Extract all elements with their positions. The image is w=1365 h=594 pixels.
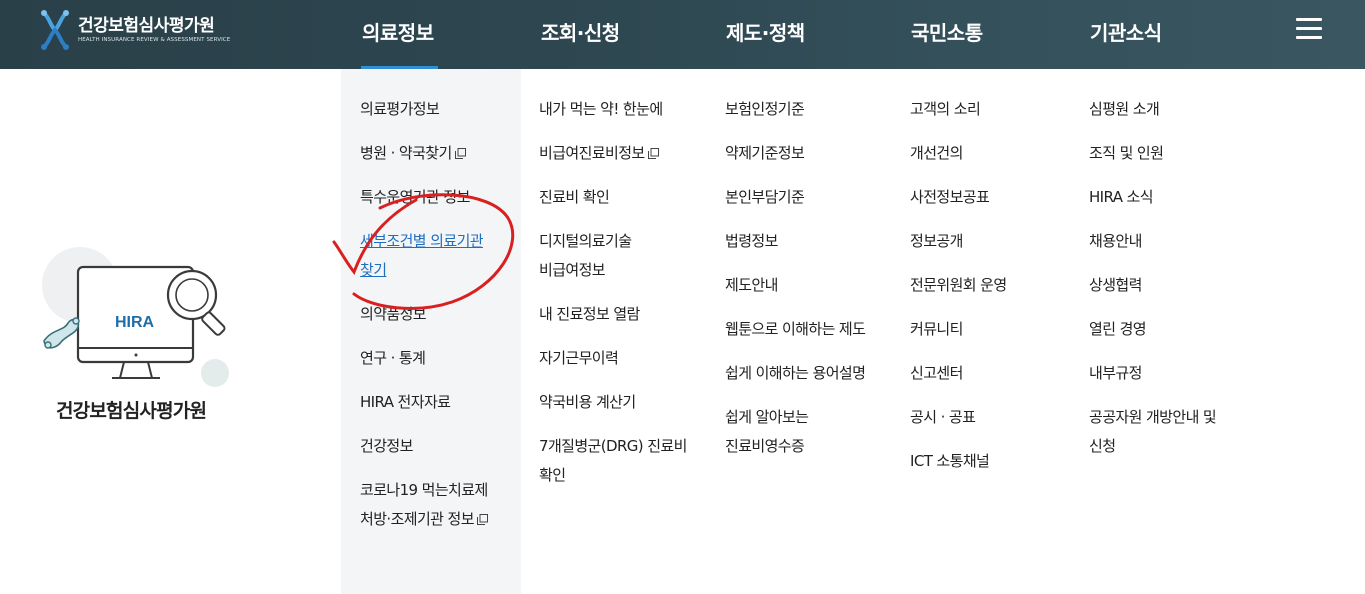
nav-inquiry-apply[interactable]: 조회·신청 [541, 17, 620, 46]
submenu-item-ict-channel[interactable]: ICT 소통채널 [910, 447, 1007, 476]
submenu-column-communication: 고객의 소리 개선건의 사전정보공표 정보공개 전문위원회 운영 커뮤니티 신고… [910, 95, 1007, 491]
submenu-item-about[interactable]: 심평원 소개 [1089, 95, 1216, 124]
external-link-icon [454, 148, 466, 159]
submenu-item-electronic-data[interactable]: HIRA 전자자료 [360, 388, 488, 417]
submenu-item-recruitment[interactable]: 채용안내 [1089, 227, 1216, 256]
nav-public-communication[interactable]: 국민소통 [911, 17, 983, 46]
submenu-item-receipt[interactable]: 쉽게 알아보는 진료비영수증 [725, 403, 865, 461]
external-link-icon [647, 148, 659, 159]
submenu-item-drug-criteria[interactable]: 약제기준정보 [725, 139, 865, 168]
submenu-item-customer-voice[interactable]: 고객의 소리 [910, 95, 1007, 124]
logo-subtitle: HEALTH INSURANCE REVIEW & ASSESSMENT SER… [78, 37, 231, 43]
submenu-item-copay-criteria[interactable]: 본인부담기준 [725, 183, 865, 212]
submenu-column-inquiry: 내가 먹는 약! 한눈에 비급여진료비정보 진료비 확인 디지털의료기술 비급여정… [539, 95, 687, 505]
brand-label: 건강보험심사평가원 [56, 400, 207, 422]
nav-system-policy[interactable]: 제도·정책 [726, 17, 805, 46]
nav-agency-news[interactable]: 기관소식 [1090, 17, 1162, 46]
submenu-item-noncovered-cost[interactable]: 비급여진료비정보 [539, 139, 687, 168]
submenu-item-digital-tech[interactable]: 디지털의료기술 비급여정보 [539, 227, 687, 285]
submenu-column-policy: 보험인정기준 약제기준정보 본인부담기준 법령정보 제도안내 웹툰으로 이해하는… [725, 95, 866, 476]
submenu-item-hospital-search[interactable]: 병원 · 약국찾기 [360, 139, 488, 168]
submenu-item-notice[interactable]: 공시 · 공표 [910, 403, 1007, 432]
submenu-item-my-medicine[interactable]: 내가 먹는 약! 한눈에 [539, 95, 687, 124]
external-link-icon [476, 514, 488, 525]
submenu-item-special-institution[interactable]: 특수운영기관 정보 [360, 183, 488, 212]
submenu-item-community[interactable]: 커뮤니티 [910, 315, 1007, 344]
submenu-item-glossary[interactable]: 쉽게 이해하는 용어설명 [725, 359, 866, 388]
nav-medical-info[interactable]: 의료정보 [362, 17, 434, 46]
submenu-item-drug-info[interactable]: 의약품정보 [360, 300, 488, 329]
logo-title: 건강보험심사평가원 [78, 16, 215, 36]
site-header: 건강보험심사평가원 HEALTH INSURANCE REVIEW & ASSE… [0, 0, 1365, 69]
submenu-item-drg[interactable]: 7개질병군(DRG) 진료비 확인 [539, 432, 687, 490]
submenu-item-webtoon[interactable]: 웹툰으로 이해하는 제도 [725, 315, 866, 344]
submenu-item-research-stats[interactable]: 연구 · 통계 [360, 344, 488, 373]
illustration-hira-text: HIRA [115, 314, 155, 331]
submenu-item-health-info[interactable]: 건강정보 [360, 432, 488, 461]
submenu-item-public-resources[interactable]: 공공자원 개방안내 및 신청 [1089, 403, 1217, 461]
hira-logo-icon [41, 10, 69, 50]
submenu-item-insurance-criteria[interactable]: 보험인정기준 [725, 95, 865, 124]
submenu-item-system-guide[interactable]: 제도안내 [725, 271, 865, 300]
submenu-item-pharmacy-calc[interactable]: 약국비용 계산기 [539, 388, 687, 417]
submenu-item-covid-treatment[interactable]: 코로나19 먹는치료제 처방·조제기관 정보 [360, 476, 488, 534]
site-logo[interactable]: 건강보험심사평가원 HEALTH INSURANCE REVIEW & ASSE… [38, 9, 230, 51]
submenu-item-work-history[interactable]: 자기근무이력 [539, 344, 687, 373]
submenu-item-info-disclosure[interactable]: 정보공개 [910, 227, 1007, 256]
submenu-item-report-center[interactable]: 신고센터 [910, 359, 1007, 388]
submenu-item-hira-news[interactable]: HIRA 소식 [1089, 183, 1216, 212]
submenu-item-open-management[interactable]: 열린 경영 [1089, 315, 1216, 344]
submenu-column-news: 심평원 소개 조직 및 인원 HIRA 소식 채용안내 상생협력 열린 경영 내… [1089, 95, 1217, 476]
submenu-item-internal-rules[interactable]: 내부규정 [1089, 359, 1216, 388]
submenu-column-medical-info: 의료평가정보 병원 · 약국찾기 특수운영기관 정보 세부조건별 의료기관 찾기 … [360, 95, 488, 549]
submenu-item-suggestion[interactable]: 개선건의 [910, 139, 1007, 168]
submenu-item-cooperation[interactable]: 상생협력 [1089, 271, 1216, 300]
submenu-item-committee[interactable]: 전문위원회 운영 [910, 271, 1007, 300]
hamburger-icon[interactable] [1296, 18, 1322, 40]
submenu-item-cost-check[interactable]: 진료비 확인 [539, 183, 687, 212]
submenu-item-legislation[interactable]: 법령정보 [725, 227, 865, 256]
submenu-item-prior-disclosure[interactable]: 사전정보공표 [910, 183, 1007, 212]
submenu-item-evaluation[interactable]: 의료평가정보 [360, 95, 488, 124]
submenu-item-organization[interactable]: 조직 및 인원 [1089, 139, 1216, 168]
submenu-item-detailed-search[interactable]: 세부조건별 의료기관 찾기 [360, 227, 488, 285]
submenu-item-my-records[interactable]: 내 진료정보 열람 [539, 300, 687, 329]
